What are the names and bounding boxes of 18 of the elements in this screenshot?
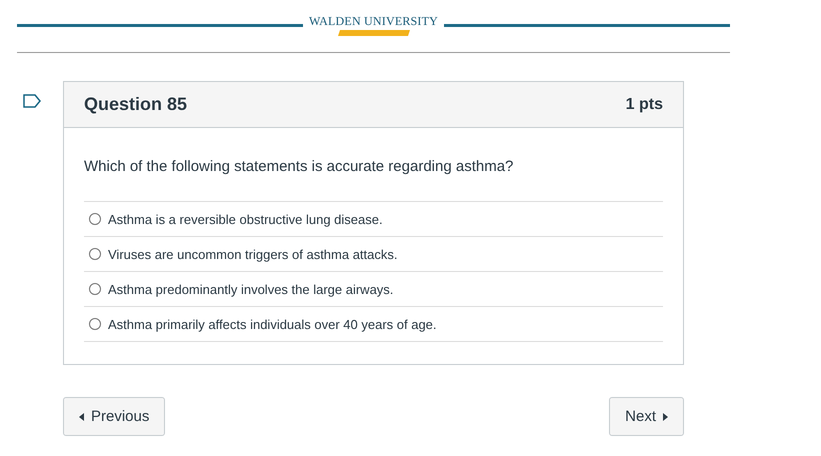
question-text: Which of the following statements is accurate regarding asthma? <box>84 158 514 175</box>
answer-label[interactable]: Asthma primarily affects individuals over 40 years of age. <box>108 316 437 332</box>
answer-label[interactable]: Asthma predominantly involves the large airways. <box>108 282 394 296</box>
flag-icon[interactable] <box>22 94 40 108</box>
radio-button[interactable] <box>89 318 101 330</box>
next-button[interactable]: Next <box>609 397 684 436</box>
radio-button[interactable] <box>89 213 101 225</box>
caret-left-icon <box>79 412 84 420</box>
tagline-ribbon-icon <box>338 30 410 36</box>
radio-button[interactable] <box>89 283 101 295</box>
answer-label[interactable]: Asthma is a reversible obstructive lung disease. <box>108 212 383 226</box>
caret-right-icon <box>663 412 668 420</box>
logo-text: WALDEN UNIVERSITY <box>308 14 438 29</box>
radio-button[interactable] <box>89 248 101 260</box>
question-points: 1 pts <box>626 96 663 114</box>
previous-button[interactable]: Previous <box>63 397 166 436</box>
answer-label[interactable]: Viruses are uncommon triggers of asthma attacks. <box>108 246 398 262</box>
question-title: Question 85 <box>84 94 188 115</box>
